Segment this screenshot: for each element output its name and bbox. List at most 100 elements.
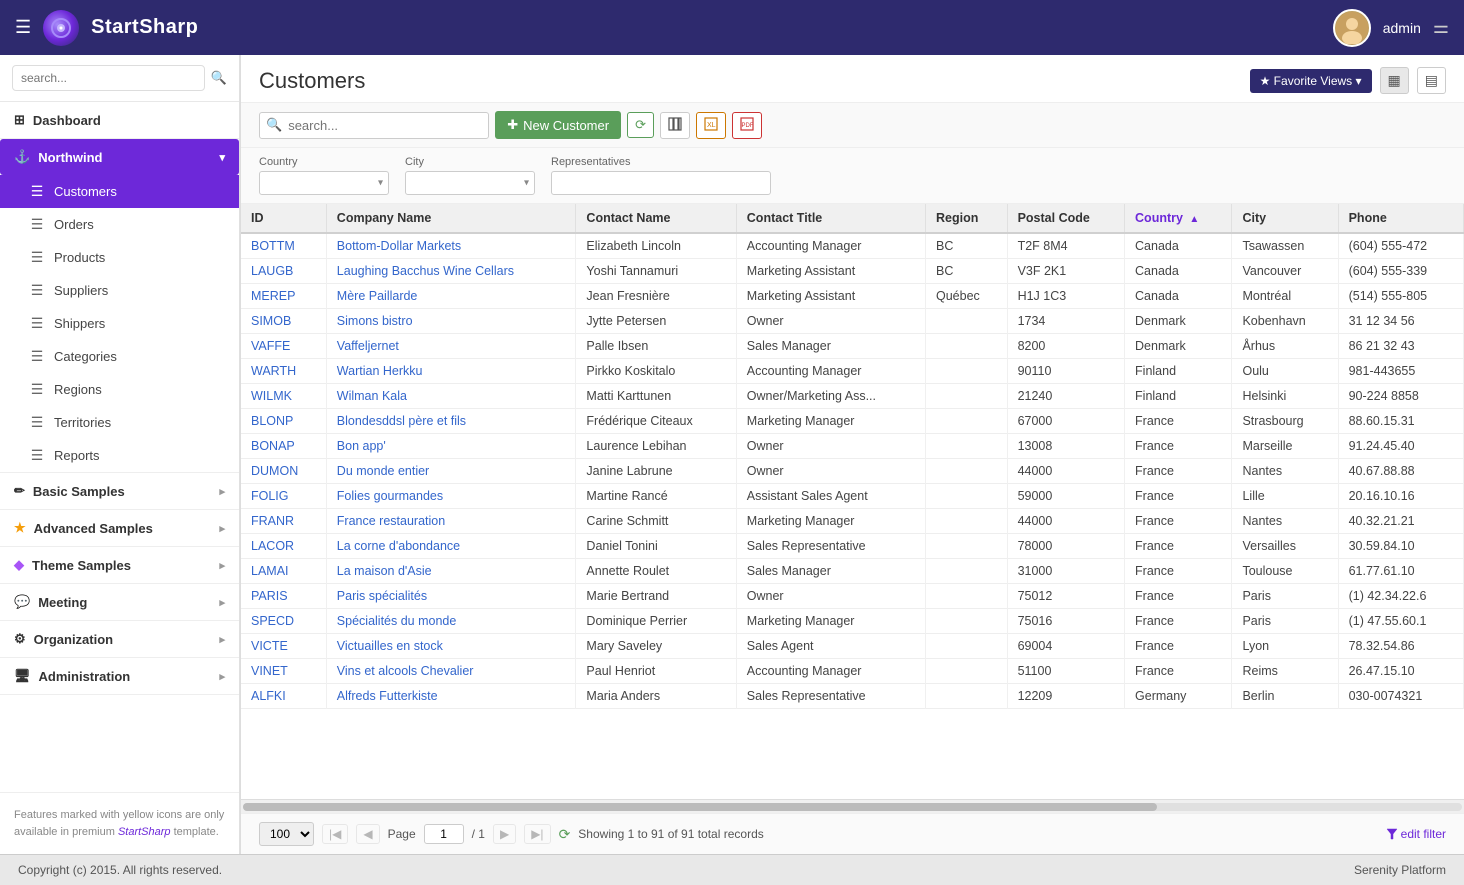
cell-id[interactable]: LAUGB (241, 259, 326, 284)
cell-country: France (1125, 609, 1232, 634)
sidebar-item-shippers[interactable]: ☰ Shippers (0, 307, 239, 340)
first-page-button[interactable]: |◀ (322, 824, 348, 844)
sidebar-item-dashboard[interactable]: ⊞ Dashboard (0, 102, 239, 138)
cell-id[interactable]: DUMON (241, 459, 326, 484)
cell-id[interactable]: MEREP (241, 284, 326, 309)
col-header-company-name[interactable]: Company Name (326, 204, 576, 233)
refresh-button[interactable]: ⟳ (627, 112, 654, 138)
cell-region (925, 684, 1007, 709)
col-header-phone[interactable]: Phone (1338, 204, 1463, 233)
excel-export-button[interactable]: XL (696, 112, 726, 139)
sidebar-item-suppliers[interactable]: ☰ Suppliers (0, 274, 239, 307)
edit-filter-button[interactable]: edit filter (1386, 827, 1446, 841)
cell-id[interactable]: FOLIG (241, 484, 326, 509)
cell-company[interactable]: Victuailles en stock (326, 634, 576, 659)
customers-icon: ☰ (28, 183, 46, 200)
table-row: VINET Vins et alcools Chevalier Paul Hen… (241, 659, 1464, 684)
cell-company[interactable]: La maison d'Asie (326, 559, 576, 584)
new-customer-button[interactable]: ✚ New Customer (495, 111, 621, 139)
sidebar-item-orders[interactable]: ☰ Orders (0, 208, 239, 241)
copyright-text: Copyright (c) 2015. All rights reserved. (18, 863, 222, 877)
col-header-city[interactable]: City (1232, 204, 1338, 233)
sidebar-item-administration[interactable]: 🖥 Administration ▸ (0, 658, 239, 694)
page-size-select[interactable]: 100 50 25 (259, 822, 314, 846)
horizontal-scrollbar[interactable] (241, 799, 1464, 813)
cell-company[interactable]: Vins et alcools Chevalier (326, 659, 576, 684)
cell-company[interactable]: Du monde entier (326, 459, 576, 484)
cell-id[interactable]: BONAP (241, 434, 326, 459)
cell-company[interactable]: Simons bistro (326, 309, 576, 334)
prev-page-button[interactable]: ◀ (356, 824, 379, 844)
col-header-contact-title[interactable]: Contact Title (736, 204, 925, 233)
cell-country: Canada (1125, 284, 1232, 309)
sidebar-administration-label: Administration (39, 669, 131, 684)
last-page-button[interactable]: ▶| (524, 824, 550, 844)
cell-id[interactable]: VINET (241, 659, 326, 684)
page-number-input[interactable] (424, 824, 464, 844)
sidebar-search-icon: 🔍 (211, 70, 227, 86)
hamburger-icon[interactable]: ☰ (15, 17, 31, 38)
cell-company[interactable]: Wilman Kala (326, 384, 576, 409)
cell-id[interactable]: VAFFE (241, 334, 326, 359)
col-header-country[interactable]: Country ▲ (1125, 204, 1232, 233)
sliders-icon[interactable]: ⚌ (1433, 17, 1449, 38)
search-input[interactable] (282, 113, 482, 138)
country-filter-select[interactable] (259, 171, 389, 195)
favorite-views-button[interactable]: ★ Favorite Views ▾ (1250, 69, 1372, 93)
cell-id[interactable]: SIMOB (241, 309, 326, 334)
table-row: LAUGB Laughing Bacchus Wine Cellars Yosh… (241, 259, 1464, 284)
sidebar-item-territories[interactable]: ☰ Territories (0, 406, 239, 439)
cell-company[interactable]: Bottom-Dollar Markets (326, 233, 576, 259)
sidebar-item-regions[interactable]: ☰ Regions (0, 373, 239, 406)
columns-button[interactable] (660, 112, 690, 139)
cell-company[interactable]: Alfreds Futterkiste (326, 684, 576, 709)
sidebar-item-meeting[interactable]: 💬 Meeting ▸ (0, 584, 239, 620)
cell-company[interactable]: Laughing Bacchus Wine Cellars (326, 259, 576, 284)
startsharp-premium-link[interactable]: StartSharp (118, 826, 171, 838)
cell-id[interactable]: ALFKI (241, 684, 326, 709)
sidebar-item-customers[interactable]: ☰ Customers (0, 175, 239, 208)
cell-id[interactable]: WARTH (241, 359, 326, 384)
sidebar-search-input[interactable] (12, 65, 205, 91)
sidebar-item-reports[interactable]: ☰ Reports (0, 439, 239, 472)
cell-id[interactable]: LACOR (241, 534, 326, 559)
cell-id[interactable]: SPECD (241, 609, 326, 634)
refresh-pagination-icon[interactable]: ⟳ (559, 826, 571, 843)
list-view-button[interactable]: ▤ (1417, 67, 1446, 94)
city-filter-select[interactable] (405, 171, 535, 195)
cell-id[interactable]: WILMK (241, 384, 326, 409)
grid-view-button[interactable]: ▦ (1380, 67, 1409, 94)
col-header-postal-code[interactable]: Postal Code (1007, 204, 1124, 233)
cell-company[interactable]: Spécialités du monde (326, 609, 576, 634)
scrollbar-thumb[interactable] (243, 803, 1157, 811)
cell-id[interactable]: BOTTM (241, 233, 326, 259)
representatives-filter-input[interactable] (551, 171, 771, 195)
sidebar-item-northwind[interactable]: ⚓ Northwind ▾ (0, 139, 239, 175)
cell-company[interactable]: Vaffeljernet (326, 334, 576, 359)
cell-id[interactable]: LAMAI (241, 559, 326, 584)
col-header-contact-name[interactable]: Contact Name (576, 204, 736, 233)
cell-company[interactable]: Wartian Herkku (326, 359, 576, 384)
cell-id[interactable]: PARIS (241, 584, 326, 609)
cell-company[interactable]: La corne d'abondance (326, 534, 576, 559)
sidebar-item-categories[interactable]: ☰ Categories (0, 340, 239, 373)
sidebar-item-advanced-samples[interactable]: ★ Advanced Samples ▸ (0, 510, 239, 546)
pdf-export-button[interactable]: PDF (732, 112, 762, 139)
cell-company[interactable]: Blondesddsl père et fils (326, 409, 576, 434)
cell-company[interactable]: Mère Paillarde (326, 284, 576, 309)
cell-company[interactable]: France restauration (326, 509, 576, 534)
cell-id[interactable]: BLONP (241, 409, 326, 434)
cell-company[interactable]: Bon app' (326, 434, 576, 459)
sidebar-item-products[interactable]: ☰ Products (0, 241, 239, 274)
cell-company[interactable]: Folies gourmandes (326, 484, 576, 509)
app-logo (43, 10, 79, 46)
sidebar-item-theme-samples[interactable]: ◆ Theme Samples ▸ (0, 547, 239, 583)
sidebar-item-organization[interactable]: ⚙ Organization ▸ (0, 621, 239, 657)
col-header-id[interactable]: ID (241, 204, 326, 233)
cell-id[interactable]: VICTE (241, 634, 326, 659)
cell-company[interactable]: Paris spécialités (326, 584, 576, 609)
cell-id[interactable]: FRANR (241, 509, 326, 534)
sidebar-item-basic-samples[interactable]: ✏ Basic Samples ▸ (0, 473, 239, 509)
next-page-button[interactable]: ▶ (493, 824, 516, 844)
col-header-region[interactable]: Region (925, 204, 1007, 233)
